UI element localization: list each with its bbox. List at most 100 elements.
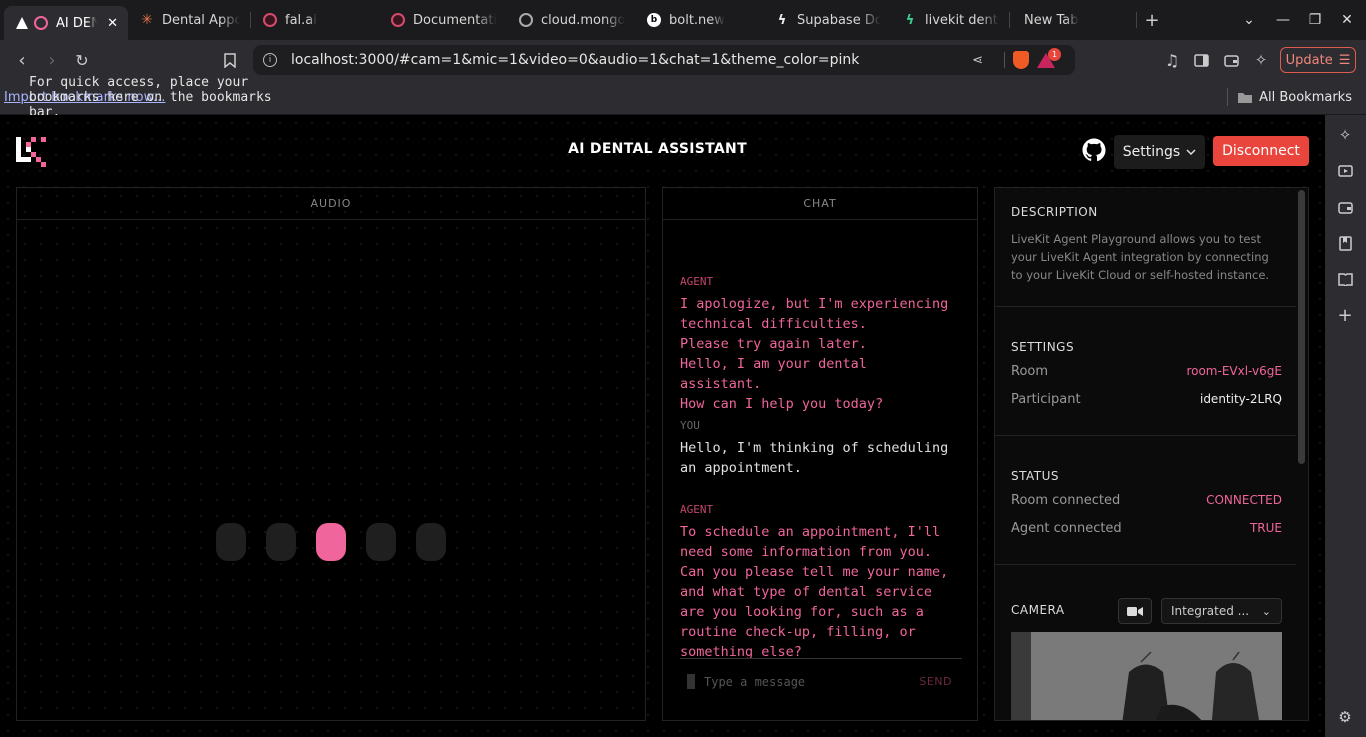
room-value: room-EVxl-v6gE <box>1186 364 1282 378</box>
bookmarks-message: For quick access, place your bookmarks h… <box>29 74 272 120</box>
tab-title: bolt.new <box>669 12 725 28</box>
add-sidebar-icon[interactable]: + <box>1335 305 1355 326</box>
recording-icon <box>34 16 48 30</box>
tab-new-tab[interactable]: New Tab <box>1010 0 1136 40</box>
docs-icon <box>391 13 405 27</box>
media-icon[interactable]: ♫ <box>1157 45 1187 75</box>
bolt-icon: b <box>647 13 661 27</box>
tab-cloud-mongo[interactable]: cloud.mongo <box>507 0 635 40</box>
audio-panel: AUDIO <box>16 187 646 721</box>
message-line: Please try again later. <box>680 336 867 352</box>
participant-label: Participant <box>1011 392 1081 407</box>
tab-title: AI DEN <box>56 15 98 31</box>
leo-sidebar-icon[interactable]: ✧ <box>1335 125 1355 145</box>
reading-list-icon[interactable] <box>1335 269 1355 289</box>
section-heading: CAMERA <box>1011 603 1065 617</box>
agent-connected-value: TRUE <box>1249 521 1282 535</box>
url-text[interactable]: localhost:3000/#cam=1&mic=1&video=0&audi… <box>291 52 859 68</box>
fal-icon <box>263 13 277 27</box>
chevron-down-icon: ⌄ <box>1261 604 1271 618</box>
browser-sidebar: ✧ + ⚙ <box>1325 115 1366 737</box>
tab-bar: AI DEN ✕ ✳ Dental Appoi fal.ai Documenta… <box>0 0 1366 40</box>
bookmark-icon[interactable] <box>215 45 245 75</box>
minimize-icon[interactable]: — <box>1267 0 1299 40</box>
notification-badge: 1 <box>1048 48 1061 61</box>
settings-label: Settings <box>1122 144 1181 160</box>
close-window-icon[interactable]: ✕ <box>1331 0 1363 40</box>
tab-dental-appoi[interactable]: ✳ Dental Appoi <box>128 0 250 40</box>
message-line: Hello, I'm thinking of scheduling an app… <box>680 440 949 476</box>
chat-message: AGENT I apologize, but I'm experiencing … <box>680 275 950 414</box>
tab-fal-ai[interactable]: fal.ai <box>251 0 379 40</box>
camera-toggle-button[interactable] <box>1118 598 1152 624</box>
new-tab-plus-icon[interactable]: + <box>1137 10 1167 31</box>
agent-connected-label: Agent connected <box>1011 521 1122 536</box>
video-camera-icon <box>1127 606 1143 616</box>
chat-panel-header: CHAT <box>663 188 977 220</box>
update-button[interactable]: Update ☰ <box>1280 47 1356 73</box>
tab-title: cloud.mongo <box>541 12 625 28</box>
github-icon[interactable] <box>1082 138 1106 162</box>
audio-visualizer-bar <box>216 523 246 561</box>
video-sidebar-icon[interactable] <box>1335 161 1355 181</box>
sidebar-toggle-icon[interactable] <box>1186 45 1216 75</box>
camera-preview <box>1011 632 1282 720</box>
share-icon[interactable]: ⋖ <box>972 53 983 68</box>
description-text: LiveKit Agent Playground allows you to t… <box>1011 232 1270 282</box>
globe-icon <box>519 13 533 27</box>
all-bookmarks-button[interactable]: All Bookmarks <box>1237 90 1352 105</box>
chevron-down-icon <box>1186 149 1196 155</box>
brave-shield-icon[interactable] <box>1013 51 1029 69</box>
all-bookmarks-label: All Bookmarks <box>1259 89 1352 105</box>
room-connected-label: Room connected <box>1011 493 1121 508</box>
tab-livekit-dental[interactable]: ϟ livekit dental <box>891 0 1009 40</box>
send-button[interactable]: SEND <box>919 675 952 688</box>
tab-title: Documentati <box>413 12 497 28</box>
menu-icon: ☰ <box>1338 52 1351 68</box>
section-heading: SETTINGS <box>1011 340 1075 354</box>
chat-input-row: Type a message SEND <box>680 658 962 704</box>
audio-visualizer-bar <box>416 523 446 561</box>
back-icon[interactable]: ‹ <box>7 45 37 75</box>
config-panel: DESCRIPTION LiveKit Agent Playground all… <box>994 187 1309 721</box>
tab-title: fal.ai <box>285 12 317 28</box>
room-connected-value: CONNECTED <box>1206 493 1282 507</box>
playground-page: AI DENTAL ASSISTANT Settings Disconnect … <box>0 115 1325 737</box>
forward-icon[interactable]: › <box>37 45 67 75</box>
divider <box>1227 88 1228 106</box>
address-bar[interactable]: i localhost:3000/#cam=1&mic=1&video=0&au… <box>253 45 1075 75</box>
leo-ai-icon[interactable]: ✧ <box>1246 45 1276 75</box>
wallet-sidebar-icon[interactable] <box>1335 197 1355 217</box>
update-label: Update <box>1285 52 1333 68</box>
tab-bolt-new[interactable]: b bolt.new <box>635 0 763 40</box>
tab-supabase[interactable]: ϟ Supabase Do <box>763 0 891 40</box>
disconnect-button[interactable]: Disconnect <box>1213 136 1309 166</box>
site-info-icon[interactable]: i <box>263 53 277 67</box>
camera-device-select[interactable]: Integrated ... ⌄ <box>1161 598 1282 624</box>
chat-input[interactable]: Type a message <box>704 675 805 689</box>
gear-icon[interactable]: ⚙ <box>1335 707 1355 727</box>
settings-dropdown-button[interactable]: Settings <box>1114 135 1205 169</box>
chat-message: YOU Hello, I'm thinking of scheduling an… <box>680 419 950 478</box>
section-heading: STATUS <box>1011 469 1060 483</box>
message-line: Can you please tell me your name, and wh… <box>680 564 949 660</box>
tab-ai-dental[interactable]: AI DEN ✕ <box>4 6 128 40</box>
message-sender: AGENT <box>680 275 714 288</box>
close-tab-icon[interactable]: ✕ <box>107 16 118 31</box>
tab-search-chevron-icon[interactable]: ⌄ <box>1233 0 1265 40</box>
tab-title: Dental Appoi <box>162 12 240 28</box>
tab-documentation[interactable]: Documentati <box>379 0 507 40</box>
vercel-icon <box>16 17 28 29</box>
participant-value: identity-2LRQ <box>1199 392 1282 406</box>
wallet-icon[interactable] <box>1216 45 1246 75</box>
status-section: STATUS Room connected CONNECTED Agent co… <box>995 436 1296 565</box>
audio-visualizer-bar-active <box>316 523 346 561</box>
scrollbar-thumb[interactable] <box>1298 190 1305 464</box>
bookmarks-sidebar-icon[interactable] <box>1335 233 1355 253</box>
participant-row: Participant identity-2LRQ <box>1011 392 1282 407</box>
maximize-icon[interactable]: ❐ <box>1299 0 1331 40</box>
supabase-green-icon: ϟ <box>905 12 915 28</box>
reload-icon[interactable]: ↻ <box>67 45 97 75</box>
message-line: I apologize, but I'm experiencing techni… <box>680 296 949 332</box>
tab-title: livekit dental <box>925 12 999 28</box>
